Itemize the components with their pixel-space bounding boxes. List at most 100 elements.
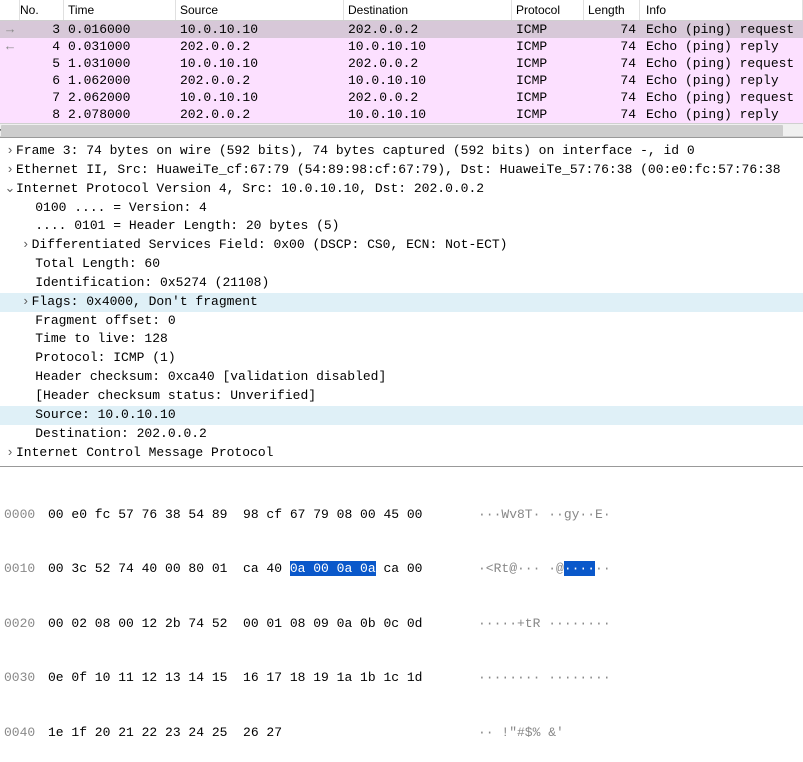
hex-offset: 0010 [4, 560, 48, 578]
tree-label: 0100 .... = Version: 4 [35, 200, 207, 215]
col-header-protocol[interactable]: Protocol [512, 0, 584, 20]
tree-ip-flags[interactable]: ›Flags: 0x4000, Don't fragment [0, 293, 803, 312]
cell-source: 10.0.10.10 [176, 89, 344, 106]
tree-ip-proto[interactable]: Protocol: ICMP (1) [0, 349, 803, 368]
related-arrow-icon: ← [0, 38, 20, 55]
col-header-source[interactable]: Source [176, 0, 344, 20]
tree-frame[interactable]: ›Frame 3: 74 bytes on wire (592 bits), 7… [0, 142, 803, 161]
cell-no: 7 [20, 89, 64, 106]
tree-ip-totlen[interactable]: Total Length: 60 [0, 255, 803, 274]
col-header-time[interactable]: Time [64, 0, 176, 20]
tree-ip-hlen[interactable]: .... 0101 = Header Length: 20 bytes (5) [0, 217, 803, 236]
packet-list-pane: No. Time Source Destination Protocol Len… [0, 0, 803, 138]
hex-bytes: 00 e0 fc 57 76 38 54 89 98 cf 67 79 08 0… [48, 506, 478, 524]
packet-row[interactable]: 5 1.031000 10.0.10.10 202.0.0.2 ICMP 74 … [0, 55, 803, 72]
hex-ascii: ···Wv8T· ··gy··E· [478, 506, 799, 524]
cell-protocol: ICMP [512, 72, 584, 89]
tree-label: Internet Control Message Protocol [16, 445, 273, 460]
chevron-right-icon[interactable]: › [4, 161, 16, 180]
tree-ip-checksum[interactable]: Header checksum: 0xca40 [validation disa… [0, 368, 803, 387]
tree-ip-dsf[interactable]: ›Differentiated Services Field: 0x00 (DS… [0, 236, 803, 255]
tree-label: Internet Protocol Version 4, Src: 10.0.1… [16, 181, 484, 196]
tree-ip-destination[interactable]: Destination: 202.0.0.2 [0, 425, 803, 444]
hex-bytes: 00 3c 52 74 40 00 80 01 ca 40 0a 00 0a 0… [48, 560, 478, 578]
cell-info: Echo (ping) request [640, 21, 803, 38]
packet-row[interactable]: ← 4 0.031000 202.0.0.2 10.0.10.10 ICMP 7… [0, 38, 803, 55]
tree-label: Flags: 0x4000, Don't fragment [32, 294, 258, 309]
hex-offset: 0030 [4, 669, 48, 687]
col-header-destination[interactable]: Destination [344, 0, 512, 20]
packet-row[interactable]: 7 2.062000 10.0.10.10 202.0.0.2 ICMP 74 … [0, 89, 803, 106]
tree-ip-id[interactable]: Identification: 0x5274 (21108) [0, 274, 803, 293]
packet-details-pane: ›Frame 3: 74 bytes on wire (592 bits), 7… [0, 138, 803, 467]
cell-source: 202.0.0.2 [176, 106, 344, 123]
tree-label: Identification: 0x5274 (21108) [35, 275, 269, 290]
hex-row[interactable]: 001000 3c 52 74 40 00 80 01 ca 40 0a 00 … [4, 560, 799, 578]
cell-no: 8 [20, 106, 64, 123]
cell-info: Echo (ping) reply [640, 72, 803, 89]
cell-length: 74 [584, 89, 640, 106]
cell-length: 74 [584, 55, 640, 72]
col-header-info[interactable]: Info [640, 0, 803, 20]
cell-length: 74 [584, 72, 640, 89]
cell-info: Echo (ping) request [640, 55, 803, 72]
related-arrow-icon [0, 106, 20, 123]
tree-ip-version[interactable]: 0100 .... = Version: 4 [0, 199, 803, 218]
tree-label: Differentiated Services Field: 0x00 (DSC… [32, 237, 508, 252]
hex-bytes: 1e 1f 20 21 22 23 24 25 26 27 [48, 724, 478, 742]
chevron-right-icon[interactable]: › [4, 444, 16, 463]
packet-bytes-pane: 000000 e0 fc 57 76 38 54 89 98 cf 67 79 … [0, 467, 803, 762]
tree-ethernet[interactable]: ›Ethernet II, Src: HuaweiTe_cf:67:79 (54… [0, 161, 803, 180]
col-header-marker[interactable] [0, 0, 20, 20]
related-arrow-icon [0, 89, 20, 106]
col-header-no[interactable]: No. [20, 0, 64, 20]
cell-time: 0.031000 [64, 38, 176, 55]
tree-ip-fragoff[interactable]: Fragment offset: 0 [0, 312, 803, 331]
tree-label: Protocol: ICMP (1) [35, 350, 175, 365]
tree-ip[interactable]: ⌄Internet Protocol Version 4, Src: 10.0.… [0, 180, 803, 199]
cell-time: 1.031000 [64, 55, 176, 72]
cell-time: 2.062000 [64, 89, 176, 106]
tree-ip-source[interactable]: Source: 10.0.10.10 [0, 406, 803, 425]
tree-label: Fragment offset: 0 [35, 313, 175, 328]
hex-bytes: 0e 0f 10 11 12 13 14 15 16 17 18 19 1a 1… [48, 669, 478, 687]
cell-protocol: ICMP [512, 55, 584, 72]
hex-ascii: ········ ········ [478, 669, 799, 687]
hex-ascii: ·····+tR ········ [478, 615, 799, 633]
cell-length: 74 [584, 106, 640, 123]
chevron-down-icon[interactable]: ⌄ [4, 180, 16, 199]
col-header-length[interactable]: Length [584, 0, 640, 20]
related-arrow-icon [0, 72, 20, 89]
cell-source: 10.0.10.10 [176, 55, 344, 72]
cell-destination: 10.0.10.10 [344, 72, 512, 89]
cell-no: 5 [20, 55, 64, 72]
cell-protocol: ICMP [512, 38, 584, 55]
packet-row[interactable]: 8 2.078000 202.0.0.2 10.0.10.10 ICMP 74 … [0, 106, 803, 123]
hex-row[interactable]: 00401e 1f 20 21 22 23 24 25 26 27·· !"#$… [4, 724, 799, 742]
chevron-right-icon[interactable]: › [20, 236, 32, 255]
tree-ip-ttl[interactable]: Time to live: 128 [0, 330, 803, 349]
hex-offset: 0000 [4, 506, 48, 524]
hex-bytes: 00 02 08 00 12 2b 74 52 00 01 08 09 0a 0… [48, 615, 478, 633]
hex-row[interactable]: 000000 e0 fc 57 76 38 54 89 98 cf 67 79 … [4, 506, 799, 524]
hex-ascii: ·· !"#$% &' [478, 724, 799, 742]
cell-length: 74 [584, 21, 640, 38]
packet-row[interactable]: → 3 0.016000 10.0.10.10 202.0.0.2 ICMP 7… [0, 21, 803, 38]
hex-row[interactable]: 00300e 0f 10 11 12 13 14 15 16 17 18 19 … [4, 669, 799, 687]
cell-source: 202.0.0.2 [176, 72, 344, 89]
related-arrow-icon: → [0, 21, 20, 38]
cell-protocol: ICMP [512, 21, 584, 38]
tree-label: .... 0101 = Header Length: 20 bytes (5) [35, 218, 339, 233]
hex-row[interactable]: 002000 02 08 00 12 2b 74 52 00 01 08 09 … [4, 615, 799, 633]
tree-label: Frame 3: 74 bytes on wire (592 bits), 74… [16, 143, 695, 158]
tree-label: Time to live: 128 [35, 331, 168, 346]
tree-label: Ethernet II, Src: HuaweiTe_cf:67:79 (54:… [16, 162, 781, 177]
hex-offset: 0040 [4, 724, 48, 742]
horizontal-scrollbar[interactable] [0, 123, 803, 137]
tree-ip-checksum-status[interactable]: [Header checksum status: Unverified] [0, 387, 803, 406]
cell-protocol: ICMP [512, 106, 584, 123]
tree-icmp[interactable]: ›Internet Control Message Protocol [0, 444, 803, 463]
chevron-right-icon[interactable]: › [4, 142, 16, 161]
packet-row[interactable]: 6 1.062000 202.0.0.2 10.0.10.10 ICMP 74 … [0, 72, 803, 89]
chevron-right-icon[interactable]: › [20, 293, 32, 312]
